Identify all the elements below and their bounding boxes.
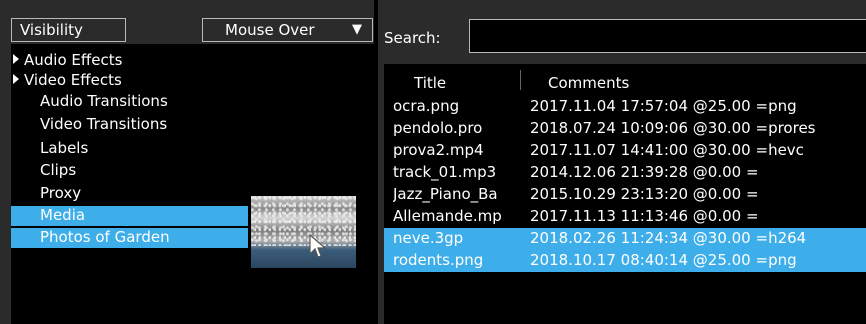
list-item[interactable]: Jazz_Piano_Ba 2015.10.29 23:13:20 @0.00 …: [384, 184, 866, 206]
list-item[interactable]: Allemande.mp 2017.11.13 11:13:46 @0.00 =: [384, 206, 866, 228]
bin-list: Audio Effects Video Effects Audio Transi…: [11, 44, 374, 324]
media-list: Title Comments ocra.png 2017.11.04 17:57…: [384, 64, 866, 324]
list-item[interactable]: pendolo.pro 2018.07.24 10:09:06 @30.00 =…: [384, 118, 866, 140]
bin-item-label: Labels: [40, 139, 89, 157]
bin-item-label: Video Transitions: [40, 115, 168, 133]
item-title: neve.3gp: [393, 229, 464, 247]
mouse-pointer-icon: [309, 234, 327, 258]
bin-item-proxy[interactable]: Proxy: [40, 184, 81, 204]
bin-item-clips[interactable]: Clips: [40, 161, 76, 181]
item-comment: 2018.10.17 08:40:14 @25.00 =png: [530, 251, 797, 269]
bin-item-audio-effects[interactable]: Audio Effects: [13, 51, 122, 71]
snow-photo-thumbnail[interactable]: [251, 196, 356, 268]
visibility-button[interactable]: Visibility: [11, 18, 126, 42]
bin-item-labels[interactable]: Labels: [40, 139, 88, 159]
item-title: pendolo.pro: [393, 119, 483, 137]
item-title: track_01.mp3: [393, 163, 497, 181]
bin-item-label: Video Effects: [24, 71, 122, 89]
bin-item-video-transitions[interactable]: Video Transitions: [40, 115, 167, 135]
bin-item-label: Proxy: [40, 184, 82, 202]
column-separator[interactable]: [520, 70, 521, 90]
triangle-right-icon[interactable]: [13, 74, 19, 84]
search-input[interactable]: [469, 19, 866, 53]
bin-item-photos-of-garden[interactable]: Photos of Garden: [11, 228, 248, 248]
list-item[interactable]: track_01.mp3 2014.12.06 21:39:28 @0.00 =: [384, 162, 866, 184]
item-title: Allemande.mp: [393, 207, 502, 225]
column-header-comments[interactable]: Comments: [548, 74, 629, 92]
bin-item-label: Photos of Garden: [40, 228, 170, 246]
list-item[interactable]: ocra.png 2017.11.04 17:57:04 @25.00 =png: [384, 96, 866, 118]
item-comment: 2017.11.07 14:41:00 @30.00 =hevc: [530, 141, 804, 159]
bin-item-audio-transitions[interactable]: Audio Transitions: [40, 92, 168, 112]
bin-item-label: Audio Effects: [24, 51, 123, 69]
bin-item-label: Media: [40, 206, 86, 224]
item-comment: 2014.12.06 21:39:28 @0.00 =: [530, 163, 759, 181]
list-item[interactable]: prova2.mp4 2017.11.07 14:41:00 @30.00 =h…: [384, 140, 866, 162]
triangle-right-icon[interactable]: [13, 54, 19, 64]
bin-item-video-effects[interactable]: Video Effects: [13, 71, 122, 91]
item-comment: 2017.11.04 17:57:04 @25.00 =png: [530, 97, 797, 115]
bin-item-label: Clips: [40, 161, 77, 179]
item-comment: 2015.10.29 23:13:20 @0.00 =: [530, 185, 759, 203]
chevron-down-icon: ▼: [352, 22, 362, 37]
item-comment: 2018.02.26 11:24:34 @30.00 =h264: [530, 229, 807, 247]
list-item[interactable]: neve.3gp 2018.02.26 11:24:34 @30.00 =h26…: [384, 228, 866, 250]
item-title: rodents.png: [393, 251, 484, 269]
list-item[interactable]: rodents.png 2018.10.17 08:40:14 @25.00 =…: [384, 250, 866, 272]
item-title: ocra.png: [393, 97, 460, 115]
bin-item-label: Audio Transitions: [40, 92, 168, 110]
item-comment: 2017.11.13 11:13:46 @0.00 =: [530, 207, 759, 225]
bin-item-media[interactable]: Media: [11, 206, 248, 226]
mouse-over-label: Mouse Over: [225, 21, 315, 39]
item-comment: 2018.07.24 10:09:06 @30.00 =prores: [530, 119, 816, 137]
search-label: Search:: [384, 29, 441, 47]
thumbnail-texture: [251, 196, 356, 246]
item-title: prova2.mp4: [393, 141, 484, 159]
mouse-over-dropdown[interactable]: Mouse Over ▼: [202, 18, 373, 42]
item-title: Jazz_Piano_Ba: [393, 185, 498, 203]
column-header-title[interactable]: Title: [414, 74, 446, 92]
